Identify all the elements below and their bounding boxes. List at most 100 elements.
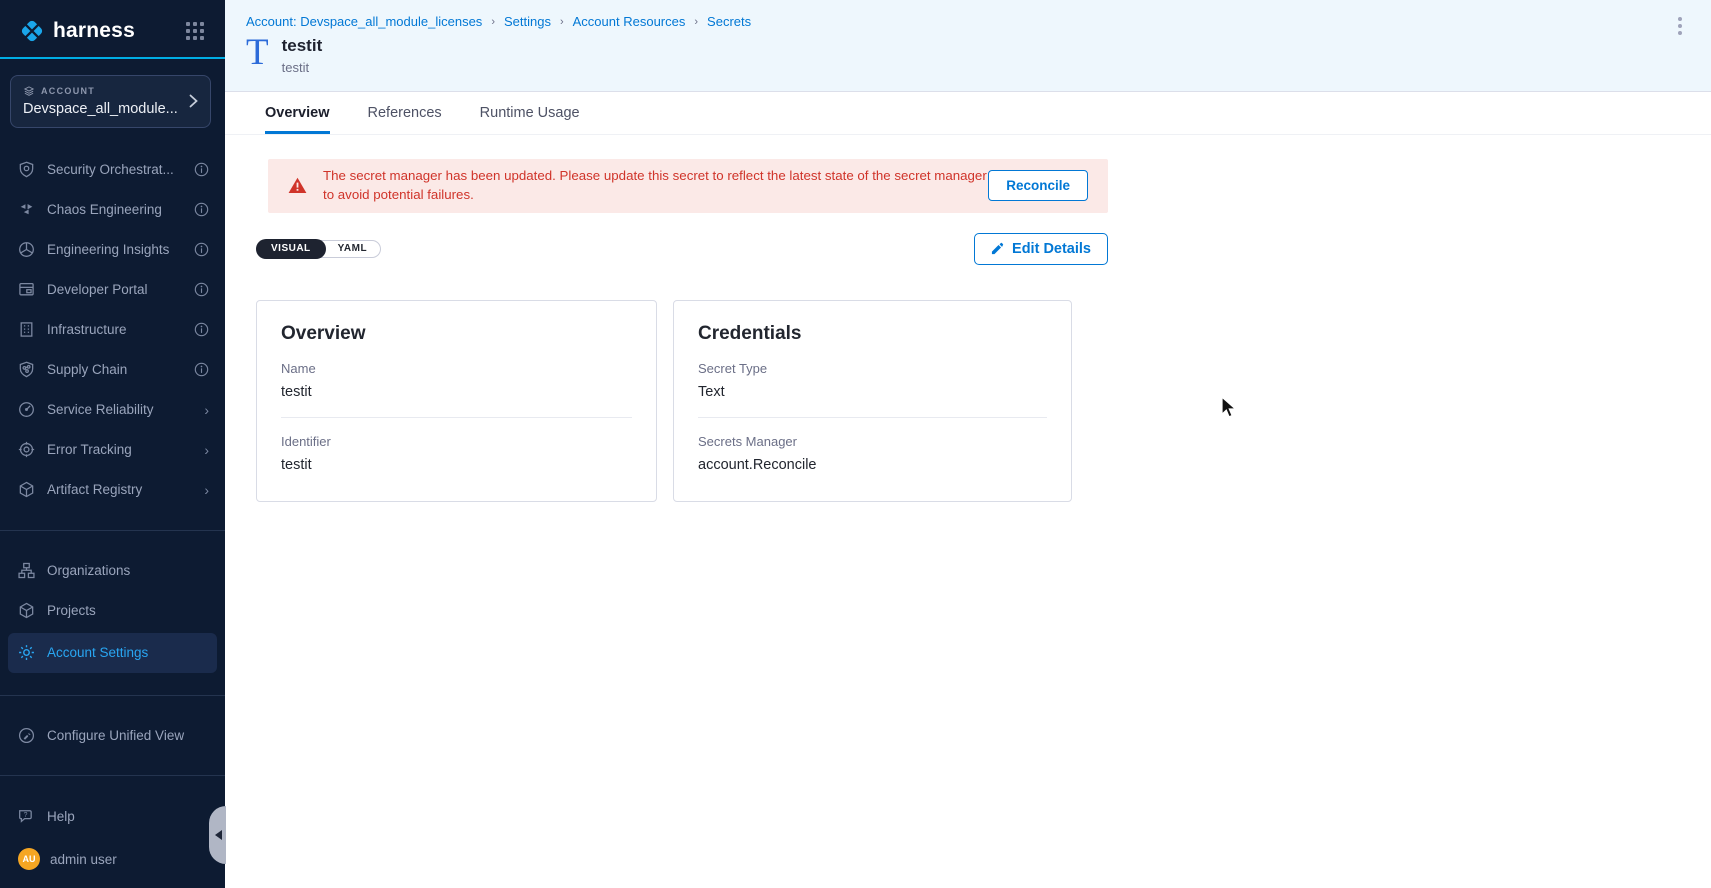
tab-bar: Overview References Runtime Usage <box>225 92 1711 135</box>
breadcrumb-secrets[interactable]: Secrets <box>707 14 751 29</box>
sidebar-item-developer-portal[interactable]: Developer Portal <box>0 270 225 310</box>
avatar: AU <box>18 848 40 870</box>
detail-cards: Overview Name testit Identifier testit C… <box>256 300 1711 502</box>
title-row: T testit testit <box>246 36 1711 75</box>
portal-icon <box>18 281 35 298</box>
chevron-right-icon: › <box>204 403 209 417</box>
breadcrumb-account-resources[interactable]: Account Resources <box>573 14 686 29</box>
edit-details-button[interactable]: Edit Details <box>974 233 1108 265</box>
info-icon[interactable] <box>194 322 209 337</box>
field-identifier: Identifier testit <box>281 434 632 473</box>
sidebar-item-supply-chain[interactable]: Supply Chain <box>0 350 225 390</box>
sidebar-item-organizations[interactable]: Organizations <box>0 551 225 591</box>
page-header: Account: Devspace_all_module_licenses › … <box>225 0 1711 92</box>
chevron-left-icon <box>215 830 222 840</box>
logo-wordmark: harness <box>53 19 135 43</box>
toolbar: VISUAL YAML Edit Details <box>256 233 1108 265</box>
user-name: admin user <box>50 852 117 867</box>
sidebar-item-service-reliability[interactable]: Service Reliability › <box>0 390 225 430</box>
chevron-separator-icon: › <box>560 16 564 28</box>
sidebar-item-chaos-engineering[interactable]: Chaos Engineering <box>0 190 225 230</box>
svg-text:?: ? <box>24 812 28 819</box>
toggle-visual[interactable]: VISUAL <box>256 239 326 259</box>
page-subtitle: testit <box>282 60 323 75</box>
logo-row: harness <box>0 0 225 57</box>
divider <box>0 530 225 531</box>
pencil-icon <box>991 242 1004 255</box>
harness-logo-icon <box>18 17 46 45</box>
chevron-right-icon: › <box>204 443 209 457</box>
divider <box>0 775 225 776</box>
account-info: ACCOUNT Devspace_all_module... <box>23 85 189 117</box>
info-icon[interactable] <box>194 242 209 257</box>
overview-card: Overview Name testit Identifier testit <box>256 300 657 502</box>
alert-message: The secret manager has been updated. Ple… <box>323 167 988 205</box>
sidebar-item-configure-unified-view[interactable]: Configure Unified View <box>0 716 225 756</box>
field-secrets-manager: Secrets Manager account.Reconcile <box>698 434 1047 473</box>
info-icon[interactable] <box>194 362 209 377</box>
info-icon[interactable] <box>194 202 209 217</box>
target-icon <box>18 441 35 458</box>
sidebar: harness ACCOUNT Devspace_all_module... <box>0 0 225 888</box>
sidebar-item-error-tracking[interactable]: Error Tracking › <box>0 430 225 470</box>
visual-yaml-toggle: VISUAL YAML <box>256 240 381 258</box>
warning-triangle-icon <box>288 177 307 194</box>
kebab-menu-icon[interactable] <box>1674 13 1686 39</box>
breadcrumb-settings[interactable]: Settings <box>504 14 551 29</box>
user-menu[interactable]: AU admin user <box>0 836 225 888</box>
supply-chain-icon <box>18 361 35 378</box>
sidebar-item-help[interactable]: ? Help <box>0 796 225 836</box>
card-title: Credentials <box>698 323 1047 345</box>
page-title: testit <box>282 36 323 56</box>
wrench-circle-icon <box>18 727 35 744</box>
chaos-icon <box>18 201 35 218</box>
account-name: Devspace_all_module... <box>23 101 189 117</box>
divider <box>0 695 225 696</box>
field-secret-type: Secret Type Text <box>698 361 1047 400</box>
sidebar-item-projects[interactable]: Projects <box>0 591 225 631</box>
text-secret-icon: T <box>246 36 269 70</box>
sidebar-collapse-handle[interactable] <box>209 806 226 864</box>
tab-references[interactable]: References <box>368 92 442 134</box>
chevron-separator-icon: › <box>491 16 495 28</box>
app-grid-icon[interactable] <box>183 19 207 43</box>
account-selector[interactable]: ACCOUNT Devspace_all_module... <box>10 75 211 128</box>
insights-icon <box>18 241 35 258</box>
tab-content: The secret manager has been updated. Ple… <box>225 135 1711 502</box>
building-icon <box>18 321 35 338</box>
breadcrumb-account[interactable]: Account: Devspace_all_module_licenses <box>246 14 482 29</box>
gear-icon <box>18 644 35 661</box>
main-content: Account: Devspace_all_module_licenses › … <box>225 0 1711 888</box>
accent-divider <box>0 57 225 59</box>
sidebar-item-infrastructure[interactable]: Infrastructure <box>0 310 225 350</box>
help-chat-icon: ? <box>18 808 35 825</box>
chevron-right-icon: › <box>204 483 209 497</box>
sidebar-item-account-settings[interactable]: Account Settings <box>8 633 217 673</box>
info-icon[interactable] <box>194 162 209 177</box>
chevron-right-icon <box>189 94 198 108</box>
shield-icon <box>18 161 35 178</box>
field-name: Name testit <box>281 361 632 400</box>
chevron-separator-icon: › <box>694 16 698 28</box>
sidebar-item-engineering-insights[interactable]: Engineering Insights <box>0 230 225 270</box>
layers-icon <box>23 85 35 97</box>
divider <box>698 417 1047 418</box>
credentials-card: Credentials Secret Type Text Secrets Man… <box>673 300 1072 502</box>
toggle-yaml[interactable]: YAML <box>325 240 380 258</box>
cube-icon <box>18 602 35 619</box>
divider <box>281 417 632 418</box>
cube-icon <box>18 481 35 498</box>
sidebar-item-artifact-registry[interactable]: Artifact Registry › <box>0 470 225 510</box>
sidebar-item-security-orchestration[interactable]: Security Orchestrat... <box>0 150 225 190</box>
info-icon[interactable] <box>194 282 209 297</box>
card-title: Overview <box>281 323 632 345</box>
org-chart-icon <box>18 562 35 579</box>
secret-manager-alert: The secret manager has been updated. Ple… <box>268 159 1108 213</box>
tab-runtime-usage[interactable]: Runtime Usage <box>480 92 580 134</box>
module-nav: Security Orchestrat... Chaos Engineering… <box>0 150 225 675</box>
breadcrumb: Account: Devspace_all_module_licenses › … <box>246 14 1711 29</box>
account-label: ACCOUNT <box>41 86 95 96</box>
reconcile-button[interactable]: Reconcile <box>988 170 1088 201</box>
tab-overview[interactable]: Overview <box>265 92 330 134</box>
gauge-icon <box>18 401 35 418</box>
